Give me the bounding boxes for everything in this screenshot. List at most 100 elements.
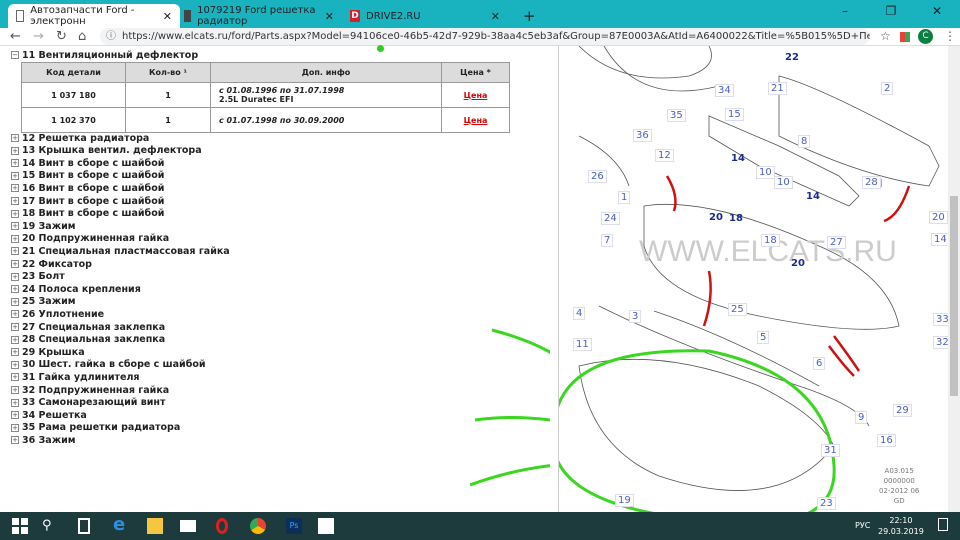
- callout-20[interactable]: 20: [707, 212, 725, 223]
- callout-20[interactable]: 20: [929, 211, 948, 224]
- forward-icon[interactable]: →: [33, 28, 44, 45]
- callout-35[interactable]: 35: [667, 109, 686, 122]
- callout-18[interactable]: 18: [727, 213, 745, 224]
- callout-20[interactable]: 20: [789, 258, 807, 269]
- expand-icon[interactable]: +: [11, 222, 19, 231]
- callout-36[interactable]: 36: [633, 129, 652, 142]
- expand-icon[interactable]: +: [11, 234, 19, 243]
- url-input[interactable]: ⓘ https://www.elcats.ru/ford/Parts.aspx?M…: [100, 28, 870, 45]
- callout-21[interactable]: 21: [768, 82, 787, 95]
- close-window-button[interactable]: ✕: [914, 0, 960, 22]
- new-tab-button[interactable]: +: [515, 4, 544, 28]
- tree-node[interactable]: +13 Крышка вентил. дефлектора: [11, 145, 202, 157]
- chrome-icon[interactable]: [250, 518, 266, 534]
- callout-23[interactable]: 23: [817, 497, 836, 510]
- callout-7[interactable]: 7: [601, 234, 614, 247]
- expand-icon[interactable]: +: [11, 386, 19, 394]
- callout-28[interactable]: 28: [862, 176, 881, 189]
- tree-node[interactable]: +28 Специальная заклепка: [11, 334, 165, 346]
- callout-6[interactable]: 6: [813, 357, 826, 370]
- tree-node[interactable]: +18 Винт в сборе с шайбой: [11, 208, 164, 220]
- callout-3[interactable]: 3: [629, 310, 642, 323]
- callout-18[interactable]: 18: [761, 234, 780, 247]
- expand-icon[interactable]: +: [11, 134, 19, 142]
- tree-node[interactable]: +35 Рама решетки радиатора: [11, 422, 180, 434]
- close-tab-icon[interactable]: ✕: [491, 10, 500, 23]
- callout-29[interactable]: 29: [893, 404, 912, 417]
- bookmark-star-icon[interactable]: ☆: [880, 28, 891, 45]
- callout-19[interactable]: 19: [615, 494, 634, 507]
- close-tab-icon[interactable]: ✕: [325, 10, 334, 23]
- callout-8[interactable]: 8: [798, 135, 811, 148]
- callout-14[interactable]: 14: [804, 191, 822, 202]
- tree-node[interactable]: +16 Винт в сборе с шайбой: [11, 182, 164, 194]
- callout-34[interactable]: 34: [715, 84, 734, 97]
- explorer-icon[interactable]: [147, 518, 163, 534]
- callout-14[interactable]: 14: [931, 233, 948, 246]
- start-icon[interactable]: [12, 518, 28, 534]
- callout-32[interactable]: 32: [933, 336, 948, 349]
- callout-11[interactable]: 11: [573, 338, 592, 351]
- expand-icon[interactable]: +: [11, 297, 19, 306]
- scrollbar[interactable]: [948, 46, 960, 512]
- close-tab-icon[interactable]: ✕: [163, 10, 172, 23]
- notifications-icon[interactable]: [938, 518, 948, 531]
- tree-node[interactable]: +25 Зажим: [11, 296, 76, 308]
- opera-icon[interactable]: [216, 518, 228, 534]
- expand-icon[interactable]: +: [11, 398, 19, 407]
- tree-node[interactable]: +32 Подпружиненная гайка: [11, 384, 169, 396]
- expand-icon[interactable]: +: [11, 171, 19, 180]
- callout-10[interactable]: 10: [774, 176, 793, 189]
- tree-node-expanded[interactable]: −11 Вентиляционный дефлектор: [11, 49, 198, 61]
- language-indicator[interactable]: РУС: [855, 521, 870, 530]
- task-view-icon[interactable]: [78, 518, 90, 534]
- callout-9[interactable]: 9: [855, 411, 868, 424]
- tab-elcats[interactable]: Автозапчасти Ford - электронн ✕: [8, 4, 180, 28]
- photoshop-icon[interactable]: Ps: [286, 518, 302, 534]
- clock[interactable]: 22:10 29.03.2019: [878, 515, 924, 537]
- search-icon[interactable]: ⚲: [42, 518, 58, 534]
- parts-diagram[interactable]: WWW.ELCATS.RU 22 2 34 21 15 36 35 12 8 14 10 10 14 26…: [558, 46, 948, 512]
- expand-icon[interactable]: +: [11, 285, 19, 294]
- expand-icon[interactable]: +: [11, 272, 19, 281]
- scrollbar-thumb[interactable]: [950, 196, 958, 396]
- expand-icon[interactable]: +: [11, 436, 19, 445]
- expand-icon[interactable]: +: [11, 260, 19, 268]
- tree-node[interactable]: +29 Крышка: [11, 346, 85, 358]
- expand-icon[interactable]: +: [11, 184, 19, 193]
- tree-node[interactable]: +27 Специальная заклепка: [11, 321, 165, 333]
- tree-node[interactable]: +19 Зажим: [11, 220, 76, 232]
- tree-node[interactable]: +12 Решетка радиатора: [11, 132, 149, 144]
- edge-icon[interactable]: e: [113, 516, 129, 534]
- profile-avatar[interactable]: C: [918, 29, 933, 44]
- expand-icon[interactable]: +: [11, 423, 19, 432]
- menu-icon[interactable]: ⋮: [944, 28, 956, 45]
- tree-node[interactable]: +36 Зажим: [11, 434, 76, 446]
- home-icon[interactable]: ⌂: [78, 28, 86, 45]
- price-link[interactable]: Цена: [464, 91, 488, 100]
- expand-icon[interactable]: +: [11, 209, 19, 218]
- expand-icon[interactable]: +: [11, 197, 19, 205]
- expand-icon[interactable]: +: [11, 348, 19, 357]
- callout-1[interactable]: 1: [618, 191, 631, 204]
- tree-node[interactable]: +23 Болт: [11, 271, 65, 283]
- reload-icon[interactable]: ↻: [56, 28, 67, 45]
- expand-icon[interactable]: +: [11, 373, 19, 382]
- callout-2[interactable]: 2: [881, 82, 894, 95]
- tree-node[interactable]: +24 Полоса крепления: [11, 283, 141, 295]
- expand-icon[interactable]: +: [11, 159, 19, 168]
- callout-12[interactable]: 12: [655, 149, 674, 162]
- expand-icon[interactable]: +: [11, 146, 19, 155]
- callout-24[interactable]: 24: [601, 212, 620, 225]
- collapse-icon[interactable]: −: [11, 51, 19, 59]
- tree-node[interactable]: +33 Самонарезающий винт: [11, 397, 165, 409]
- mail-icon[interactable]: [180, 520, 196, 532]
- expand-icon[interactable]: +: [11, 310, 19, 319]
- back-icon[interactable]: ←: [10, 28, 21, 45]
- callout-15[interactable]: 15: [725, 108, 744, 121]
- tree-node[interactable]: +20 Подпружиненная гайка: [11, 233, 169, 245]
- tree-node[interactable]: +17 Винт в сборе с шайбой: [11, 195, 164, 207]
- callout-25[interactable]: 25: [728, 303, 747, 316]
- minimize-button[interactable]: –: [822, 0, 868, 22]
- tab-ford-grille[interactable]: 1079219 Ford решетка радиатор ✕: [176, 4, 342, 28]
